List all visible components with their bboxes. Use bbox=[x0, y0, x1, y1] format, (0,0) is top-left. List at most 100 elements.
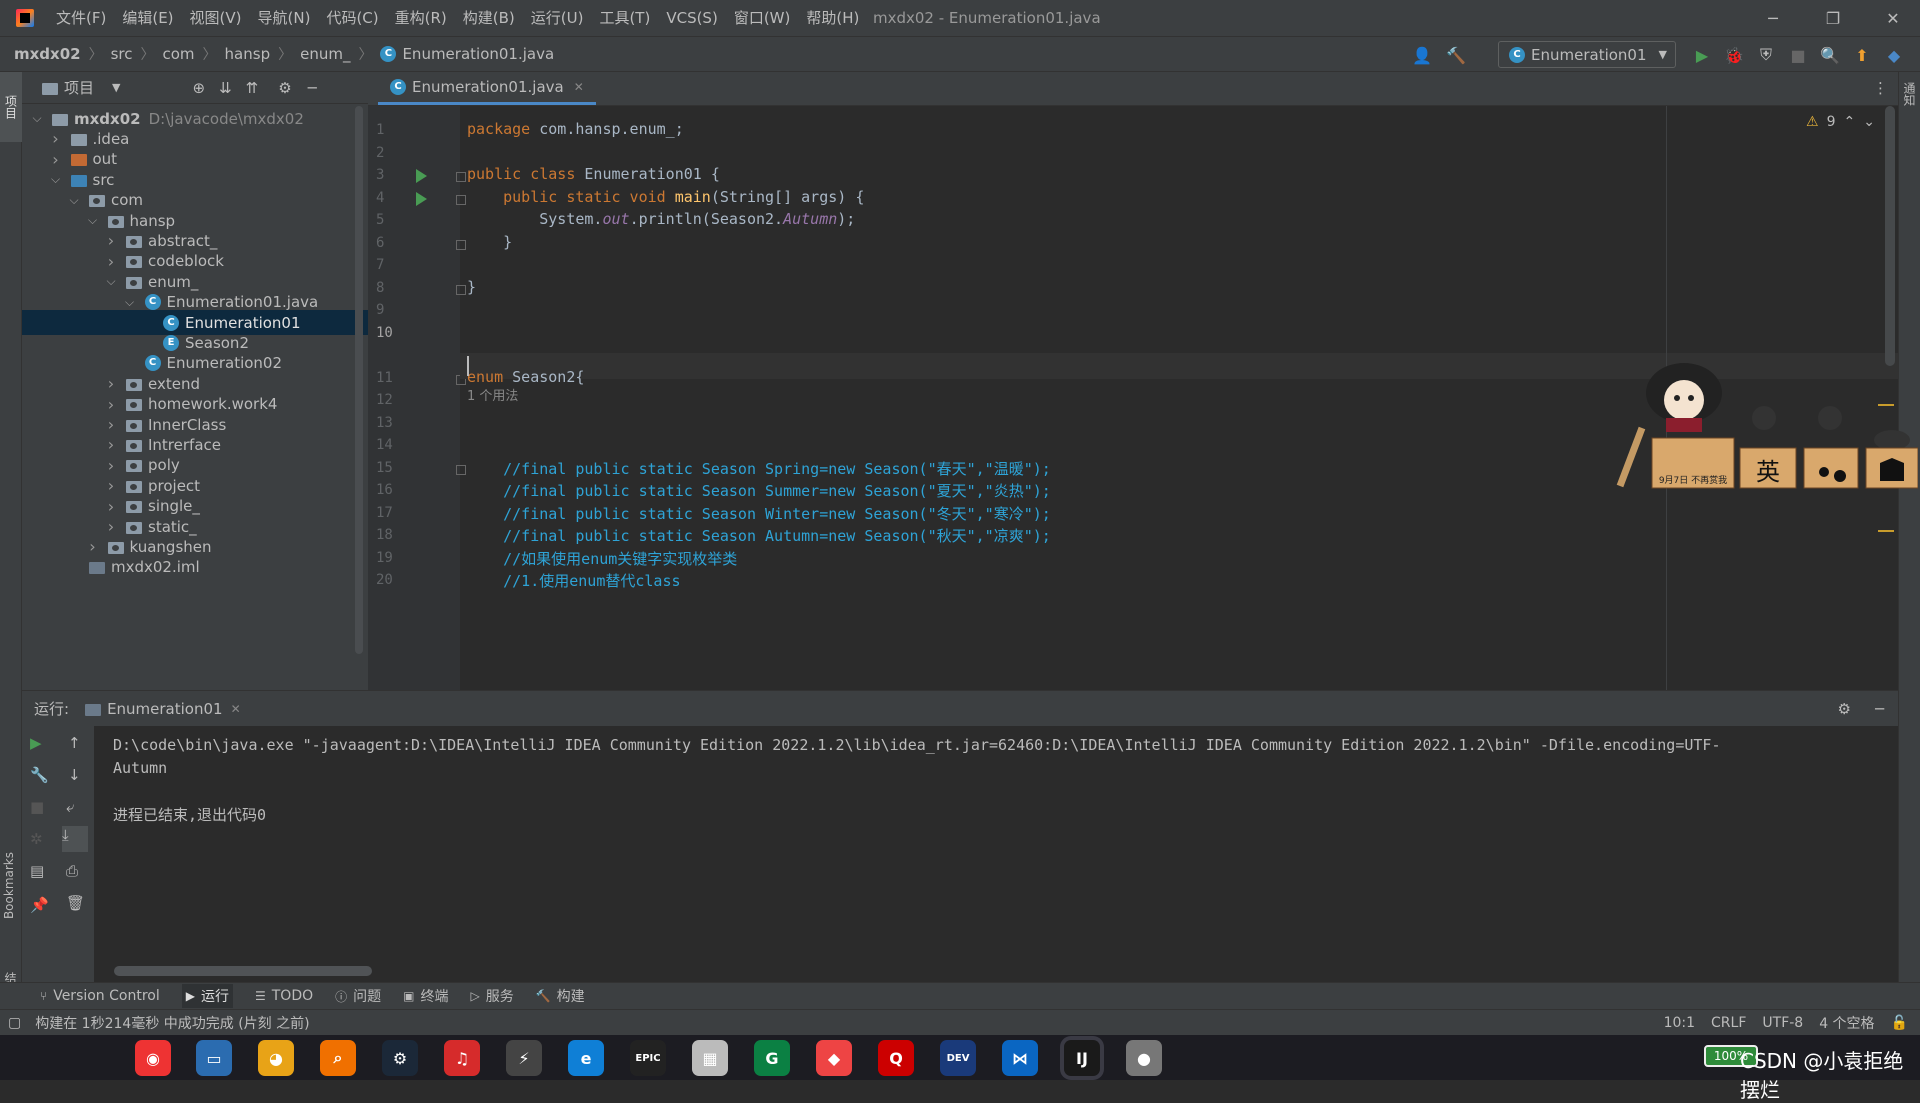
chevron-right-icon[interactable]: › bbox=[104, 374, 118, 393]
breadcrumb-item[interactable]: hansp bbox=[225, 45, 271, 63]
breadcrumb-item[interactable]: enum_ bbox=[300, 45, 350, 63]
warning-count[interactable]: 9 bbox=[1827, 114, 1836, 130]
tool-window-button[interactable]: ⑂ Version Control bbox=[40, 988, 160, 1004]
menu-item[interactable]: VCS(S) bbox=[658, 0, 725, 36]
fold-marker-icon[interactable] bbox=[456, 195, 466, 205]
restore-icon[interactable]: ❐ bbox=[1810, 0, 1856, 36]
mail-icon[interactable]: ⚡ bbox=[506, 1040, 542, 1076]
expand-all-icon[interactable]: ⇊ bbox=[219, 79, 232, 97]
chevron-down-icon[interactable]: ⌵ bbox=[30, 111, 44, 126]
scroll-to-end-icon[interactable]: ⤓ bbox=[62, 826, 88, 852]
tree-scrollbar[interactable] bbox=[355, 106, 363, 654]
git-icon[interactable]: ◆ bbox=[816, 1040, 852, 1076]
tool-window-button[interactable]: ☰ TODO bbox=[255, 988, 313, 1004]
notifications-tool-tab[interactable]: 通知 bbox=[1901, 82, 1918, 106]
close-tab-icon[interactable]: ✕ bbox=[231, 702, 241, 716]
stop-icon[interactable]: ■ bbox=[30, 798, 44, 816]
caret-position[interactable]: 10:1 bbox=[1664, 1015, 1695, 1031]
menu-item[interactable]: 视图(V) bbox=[182, 0, 250, 36]
baidu-icon[interactable]: ◕ bbox=[258, 1040, 294, 1076]
editor-scrollbar[interactable] bbox=[1885, 106, 1895, 366]
chevron-down-icon[interactable]: ⌵ bbox=[86, 213, 100, 228]
grammarly-icon[interactable]: G bbox=[754, 1040, 790, 1076]
locate-icon[interactable]: ⊕ bbox=[192, 79, 205, 97]
tool-window-button[interactable]: ▣ 终端 bbox=[403, 986, 448, 1006]
avatar-icon[interactable]: ● bbox=[1126, 1040, 1162, 1076]
search-icon[interactable]: 🔍 bbox=[1816, 41, 1844, 69]
dev-c--icon[interactable]: DEV bbox=[940, 1040, 976, 1076]
breadcrumb-item[interactable]: mxdx02 bbox=[14, 45, 81, 63]
image-icon[interactable]: ▦ bbox=[692, 1040, 728, 1076]
more-icon[interactable]: ⋮ bbox=[1873, 71, 1888, 105]
debug-icon[interactable]: ✲ bbox=[30, 830, 43, 848]
soft-wrap-icon[interactable]: ⤶ bbox=[66, 798, 74, 816]
gear-icon[interactable]: ⚙ bbox=[1838, 700, 1851, 718]
chevron-right-icon[interactable]: › bbox=[104, 231, 118, 250]
menu-item[interactable]: 帮助(H) bbox=[798, 0, 867, 36]
chevron-right-icon[interactable]: › bbox=[104, 435, 118, 454]
minimize-icon[interactable]: ─ bbox=[1750, 0, 1796, 36]
chevron-right-icon[interactable]: › bbox=[49, 150, 63, 169]
tool-window-button[interactable]: ⓘ 问题 bbox=[335, 986, 381, 1006]
fold-marker-icon[interactable] bbox=[456, 285, 466, 295]
editor-tab[interactable]: C Enumeration01.java ✕ bbox=[378, 72, 596, 105]
edge-icon[interactable]: e bbox=[568, 1040, 604, 1076]
menu-item[interactable]: 编辑(E) bbox=[114, 0, 181, 36]
indent-setting[interactable]: 4 个空格 bbox=[1819, 1013, 1874, 1033]
collapse-all-icon[interactable]: ⇈ bbox=[246, 79, 259, 97]
fold-marker-icon[interactable] bbox=[456, 240, 466, 250]
console-scrollbar[interactable] bbox=[114, 966, 372, 976]
breadcrumb-item[interactable]: C Enumeration01.java bbox=[380, 45, 554, 63]
steam-icon[interactable]: ⚙ bbox=[382, 1040, 418, 1076]
intellij-idea-icon[interactable]: IJ bbox=[1064, 1040, 1100, 1076]
run-gutter-icon[interactable] bbox=[416, 192, 427, 206]
menu-item[interactable]: 构建(B) bbox=[455, 0, 523, 36]
coverage-icon[interactable]: ⛨ bbox=[1752, 41, 1780, 69]
run-tab[interactable]: Enumeration01 ✕ bbox=[85, 700, 241, 718]
menu-item[interactable]: 文件(F) bbox=[48, 0, 114, 36]
debug-icon[interactable]: 🐞 bbox=[1720, 41, 1748, 69]
usage-hint[interactable]: 1 个用法 bbox=[467, 385, 518, 404]
qq-icon[interactable]: Q bbox=[878, 1040, 914, 1076]
menu-item[interactable]: 运行(U) bbox=[523, 0, 592, 36]
plugin-icon[interactable]: ◆ bbox=[1880, 41, 1908, 69]
rerun-icon[interactable]: ▶ bbox=[30, 734, 42, 752]
bookmarks-tool-tab[interactable]: Bookmarks bbox=[2, 852, 16, 919]
project-tool-tab[interactable]: 项目 bbox=[0, 72, 22, 142]
next-highlight-icon[interactable]: ⌄ bbox=[1863, 114, 1875, 130]
status-message[interactable]: 构建在 1秒214毫秒 中成功完成 (片刻 之前) bbox=[35, 1013, 309, 1033]
file-encoding[interactable]: UTF-8 bbox=[1762, 1015, 1803, 1031]
line-separator[interactable]: CRLF bbox=[1711, 1015, 1746, 1031]
vs-code-icon[interactable]: ⋈ bbox=[1002, 1040, 1038, 1076]
down-arrow-icon[interactable]: ↓ bbox=[68, 766, 81, 784]
everything-icon[interactable]: ⌕ bbox=[320, 1040, 356, 1076]
menu-item[interactable]: 导航(N) bbox=[250, 0, 319, 36]
chevron-right-icon[interactable]: › bbox=[49, 129, 63, 148]
chevron-down-icon[interactable]: ⌵ bbox=[104, 274, 118, 289]
chevron-right-icon[interactable]: › bbox=[86, 537, 100, 556]
menu-item[interactable]: 工具(T) bbox=[591, 0, 658, 36]
breadcrumb-item[interactable]: com bbox=[163, 45, 195, 63]
close-icon[interactable]: ✕ bbox=[1870, 0, 1916, 36]
build-hammer-icon[interactable]: 🔨 bbox=[1442, 41, 1470, 69]
hide-icon[interactable]: ─ bbox=[1875, 700, 1884, 718]
chevron-right-icon[interactable]: › bbox=[104, 517, 118, 536]
epic-games-icon[interactable]: EPIC bbox=[630, 1040, 666, 1076]
menu-item[interactable]: 代码(C) bbox=[318, 0, 386, 36]
tree-item[interactable]: mxdx02.iml bbox=[22, 555, 368, 580]
chevron-right-icon[interactable]: › bbox=[104, 456, 118, 475]
chevron-right-icon[interactable]: › bbox=[104, 252, 118, 271]
chevron-right-icon[interactable]: › bbox=[104, 395, 118, 414]
menu-item[interactable]: 窗口(W) bbox=[726, 0, 799, 36]
chevron-right-icon[interactable]: › bbox=[104, 476, 118, 495]
chevron-down-icon[interactable]: ⌵ bbox=[49, 172, 63, 187]
user-icon[interactable]: 👤 bbox=[1408, 41, 1436, 69]
previous-highlight-icon[interactable]: ⌃ bbox=[1843, 114, 1855, 130]
update-icon[interactable]: ⬆ bbox=[1848, 41, 1876, 69]
run-config-select[interactable]: C Enumeration01 ▼ bbox=[1498, 41, 1676, 68]
stop-icon[interactable]: ■ bbox=[1784, 41, 1812, 69]
pin-icon[interactable]: 📌 bbox=[30, 896, 49, 914]
tool-window-button[interactable]: ▷ 服务 bbox=[470, 986, 513, 1006]
desktop-icon[interactable]: ▭ bbox=[196, 1040, 232, 1076]
fold-marker-icon[interactable] bbox=[456, 465, 466, 475]
